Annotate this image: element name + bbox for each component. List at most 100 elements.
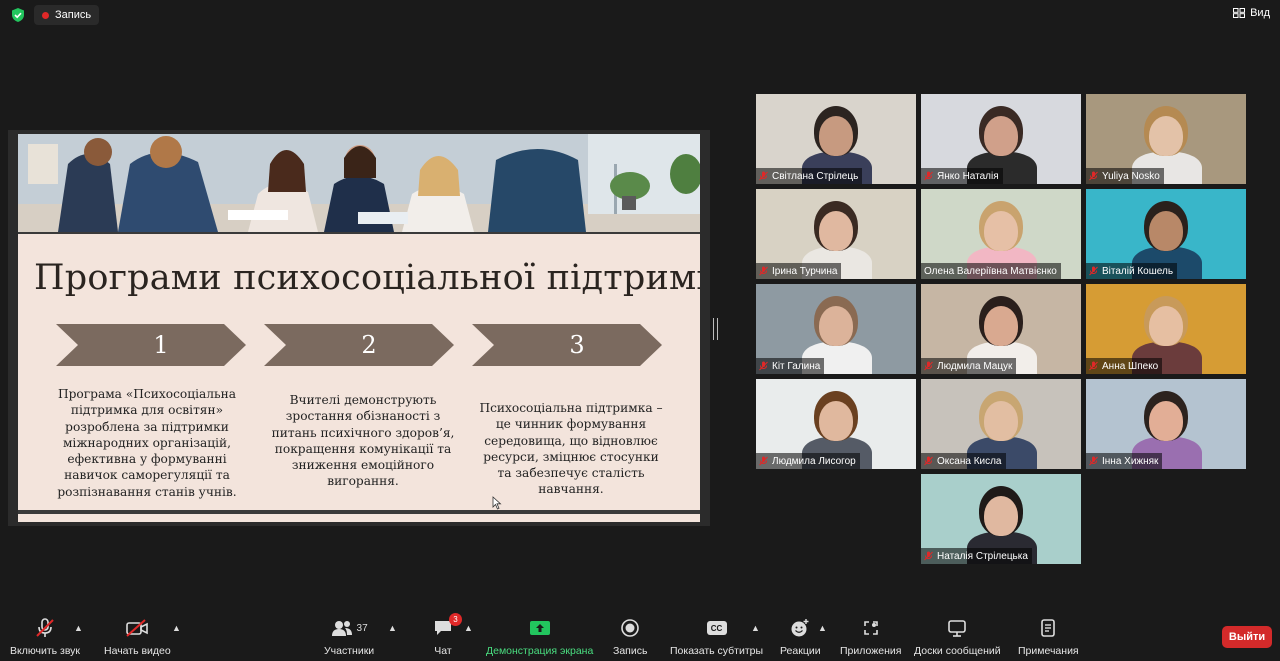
muted-microphone-icon xyxy=(1089,266,1098,276)
participant-face xyxy=(819,116,853,156)
grid-view-icon xyxy=(1233,8,1246,18)
participant-tile[interactable]: Кіт Галина xyxy=(756,284,916,374)
participant-name: Кіт Галина xyxy=(772,360,821,372)
notes-icon xyxy=(1041,619,1056,637)
participant-tile[interactable]: Віталій Кошель xyxy=(1086,189,1246,279)
participant-tile[interactable]: Янко Наталія xyxy=(921,94,1081,184)
audio-options-caret-icon[interactable]: ▲ xyxy=(74,623,83,633)
participant-face xyxy=(1149,211,1183,251)
participant-name: Анна Шпеко xyxy=(1102,360,1159,372)
top-bar: Запись Вид xyxy=(0,0,1280,30)
participant-face xyxy=(984,401,1018,441)
chat-label: Чат xyxy=(434,645,452,657)
participant-tile[interactable]: Інна Хижняк xyxy=(1086,379,1246,469)
participant-tile[interactable]: Yuliya Nosko xyxy=(1086,94,1246,184)
view-button[interactable]: Вид xyxy=(1233,7,1270,19)
muted-microphone-icon xyxy=(1089,361,1098,371)
whiteboards-label: Доски сообщений xyxy=(914,645,1001,657)
participant-face xyxy=(984,496,1018,536)
participant-face xyxy=(1149,116,1183,156)
participant-name: Олена Валеріївна Матвієнко xyxy=(924,265,1057,277)
participant-name-tag: Оксана Кисла xyxy=(921,453,1006,469)
start-video-button[interactable]: Начать видео xyxy=(104,617,171,659)
participant-tile[interactable]: Людмила Лисогор xyxy=(756,379,916,469)
participant-name-tag: Ірина Турчина xyxy=(756,263,842,279)
participants-label: Участники xyxy=(324,645,375,657)
muted-microphone-icon xyxy=(924,361,933,371)
video-options-caret-icon[interactable]: ▲ xyxy=(172,623,181,633)
participants-options-caret-icon[interactable]: ▲ xyxy=(388,623,397,633)
participants-icon xyxy=(331,621,352,636)
participant-face xyxy=(819,401,853,441)
participants-button[interactable]: 37 Участники xyxy=(324,617,374,659)
split-view-resize-handle[interactable] xyxy=(713,318,718,340)
participant-name-tag: Олена Валеріївна Матвієнко xyxy=(921,263,1061,279)
apps-icon xyxy=(863,621,878,635)
participant-tile[interactable]: Ірина Турчина xyxy=(756,189,916,279)
muted-microphone-icon xyxy=(924,171,933,181)
participant-name: Інна Хижняк xyxy=(1102,455,1159,467)
chat-unread-badge: 3 xyxy=(449,613,462,626)
reactions-button[interactable]: Реакции xyxy=(780,617,821,659)
participant-face xyxy=(1149,306,1183,346)
apps-label: Приложения xyxy=(840,645,902,657)
participant-tile[interactable]: Олена Валеріївна Матвієнко xyxy=(921,189,1081,279)
captions-button[interactable]: CC Показать субтитры xyxy=(670,617,763,659)
participant-name: Людмила Лисогор xyxy=(772,455,856,467)
participant-name: Yuliya Nosko xyxy=(1102,170,1160,182)
participant-name: Людмила Мацук xyxy=(937,360,1013,372)
muted-microphone-icon xyxy=(759,266,768,276)
record-label: Запись xyxy=(613,645,648,657)
start-video-label: Начать видео xyxy=(104,645,171,657)
participant-face xyxy=(819,306,853,346)
muted-microphone-icon xyxy=(759,171,768,181)
security-shield-icon[interactable] xyxy=(10,7,26,23)
participant-name-tag: Yuliya Nosko xyxy=(1086,168,1164,184)
share-screen-label: Демонстрация экрана xyxy=(486,645,594,657)
slide-footer-bar xyxy=(18,510,700,522)
participant-tile[interactable]: Людмила Мацук xyxy=(921,284,1081,374)
participants-count: 37 xyxy=(356,622,368,634)
share-screen-button[interactable]: Демонстрация экрана xyxy=(486,617,593,659)
notes-button[interactable]: Примечания xyxy=(1018,617,1079,659)
participant-name-tag: Людмила Мацук xyxy=(921,358,1017,374)
slide-header-photo xyxy=(18,134,700,232)
recording-dot-icon xyxy=(42,11,49,19)
recording-indicator[interactable]: Запись xyxy=(34,5,100,25)
mouse-cursor-icon xyxy=(492,496,502,510)
unmute-button[interactable]: Включить звук xyxy=(10,617,80,659)
share-screen-icon xyxy=(529,621,550,635)
reactions-label: Реакции xyxy=(780,645,821,657)
leave-meeting-button[interactable]: Выйти xyxy=(1222,626,1272,648)
apps-button[interactable]: Приложения xyxy=(840,617,901,659)
chat-options-caret-icon[interactable]: ▲ xyxy=(464,623,473,633)
muted-microphone-icon xyxy=(924,551,933,561)
muted-microphone-icon xyxy=(1089,456,1098,466)
participant-face xyxy=(1149,401,1183,441)
step-2-number: 2 xyxy=(361,331,377,359)
record-icon xyxy=(621,619,640,637)
participant-name-tag: Анна Шпеко xyxy=(1086,358,1163,374)
participant-tile[interactable]: Оксана Кисла xyxy=(921,379,1081,469)
participant-name: Янко Наталія xyxy=(937,170,999,182)
participant-name-tag: Наталія Стрілецька xyxy=(921,548,1032,564)
record-button[interactable]: Запись xyxy=(613,617,647,659)
muted-microphone-icon xyxy=(924,456,933,466)
shared-screen[interactable]: Програми психосоціальної підтримки 1 2 3… xyxy=(8,130,710,526)
captions-label: Показать субтитры xyxy=(670,645,764,657)
chat-button[interactable]: 3 Чат xyxy=(430,613,462,659)
step-3-number: 3 xyxy=(569,331,585,359)
meeting-toolbar: Включить звук ▲ Начать видео ▲ 37 Участн… xyxy=(0,611,1280,661)
participant-name: Наталія Стрілецька xyxy=(937,550,1028,562)
muted-microphone-icon xyxy=(759,361,768,371)
step-3-text: Психосоціальна підтримка – це чинник фор… xyxy=(479,401,663,497)
participant-tile[interactable]: Світлана Стрілець xyxy=(756,94,916,184)
muted-microphone-icon xyxy=(759,456,768,466)
participant-tile[interactable]: Анна Шпеко xyxy=(1086,284,1246,374)
step-1-number: 1 xyxy=(153,331,169,359)
participant-tile[interactable]: Наталія Стрілецька xyxy=(921,474,1081,564)
captions-options-caret-icon[interactable]: ▲ xyxy=(751,623,760,633)
notes-label: Примечания xyxy=(1018,645,1079,657)
whiteboards-button[interactable]: Доски сообщений xyxy=(914,617,1001,659)
reactions-options-caret-icon[interactable]: ▲ xyxy=(818,623,827,633)
